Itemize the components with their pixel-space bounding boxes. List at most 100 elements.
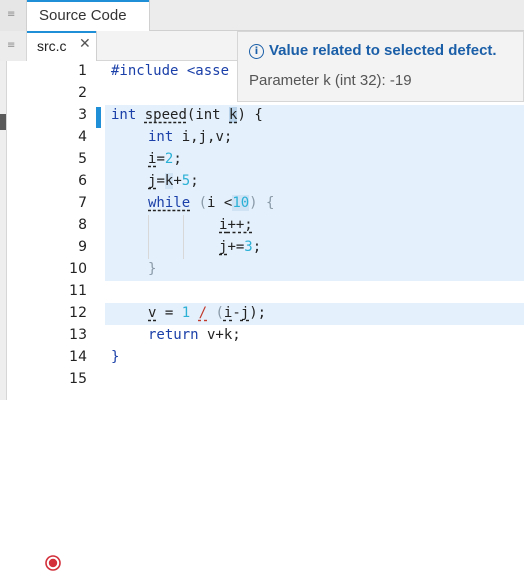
tooltip-title: i Value related to selected defect. [249, 42, 497, 59]
grip-icon: ≡ [7, 40, 16, 51]
code-text: j=k+5; [148, 173, 199, 189]
grip-icon: ≡ [7, 9, 16, 20]
closing-brace: } [148, 261, 157, 277]
division-operator-defect[interactable]: / [199, 305, 207, 321]
outer-tab-bar: ≡ Source Code [0, 0, 524, 31]
tooltip-title-text: Value related to selected defect. [269, 42, 497, 59]
closing-brace: } [111, 349, 120, 365]
code-text: i=2; [148, 151, 182, 167]
code-token: ( [215, 305, 224, 321]
code-token: ); [249, 305, 267, 321]
line-number: 8 [78, 217, 87, 233]
line-number: 14 [69, 349, 87, 365]
code-line-defect[interactable]: 12 v = 1 / (i-j); [7, 303, 524, 571]
code-token: ++; [227, 217, 253, 233]
code-token: < [215, 195, 233, 211]
code-token: ; [173, 151, 182, 167]
code-text: int i,j,v; [148, 129, 232, 145]
code-token: = [156, 305, 182, 321]
line-number: 11 [69, 283, 87, 299]
code-token: ( [190, 195, 208, 211]
line-number: 1 [78, 63, 87, 79]
code-text: int speed(int k) { [111, 107, 263, 123]
code-line[interactable]: 7 while (i <10) { [7, 193, 524, 215]
file-panel-grip[interactable]: ≡ [0, 31, 27, 61]
number-literal: 1 [181, 305, 191, 321]
keyword: int [148, 129, 174, 145]
code-text: i++; [219, 217, 253, 233]
file-tab-label: src.c [37, 38, 67, 54]
info-icon: i [249, 44, 264, 59]
line-number: 12 [69, 305, 87, 321]
panel-grip[interactable]: ≡ [0, 0, 27, 31]
code-text: j+=3; [219, 239, 261, 255]
line-number: 7 [78, 195, 87, 211]
active-tab-indicator [27, 0, 149, 2]
code-token: v+k; [198, 327, 241, 343]
line-number: 9 [78, 239, 87, 255]
indent-guide [183, 215, 184, 259]
code-token: ) { [237, 107, 263, 123]
code-text: v = 1 / (i-j); [148, 305, 266, 321]
tab-source-code[interactable]: Source Code [27, 0, 150, 31]
code-text: while (i <10) { [148, 195, 274, 211]
left-sidebar [0, 61, 7, 400]
keyword-return: return [148, 327, 199, 343]
line-number: 6 [78, 173, 87, 189]
tab-src-c[interactable]: src.c ✕ [27, 31, 97, 61]
code-line[interactable]: 9 j+=3; [7, 237, 524, 259]
code-line[interactable]: 11 [7, 281, 524, 303]
line-highlight [105, 259, 524, 281]
code-token: ; [252, 239, 262, 255]
preprocessor-directive: #include <asse [111, 63, 230, 79]
code-token: (int [186, 107, 230, 123]
tooltip-body: Parameter k (int 32): -19 [249, 72, 412, 89]
tab-label: Source Code [39, 7, 127, 24]
number-literal: 3 [244, 239, 253, 255]
code-text: } [148, 261, 156, 277]
code-line[interactable]: 3 int speed(int k) { [7, 105, 524, 127]
code-token: i,j,v; [173, 129, 233, 145]
line-highlight [105, 215, 524, 237]
close-icon[interactable]: ✕ [79, 36, 91, 52]
line-number: 13 [69, 327, 87, 343]
function-name[interactable]: speed [145, 107, 187, 123]
keyword: int [111, 107, 137, 123]
code-token: - [232, 305, 241, 321]
code-text: } [111, 349, 119, 365]
defect-marker-icon[interactable] [45, 555, 61, 571]
number-literal: 5 [181, 173, 191, 189]
code-token: ) { [249, 195, 275, 211]
current-line-marker [96, 107, 101, 128]
line-number: 15 [69, 371, 87, 387]
line-number: 10 [69, 261, 87, 277]
keyword-while[interactable]: while [148, 195, 190, 211]
code-token: + [173, 173, 182, 189]
code-token: = [156, 173, 165, 189]
code-token: = [156, 151, 165, 167]
line-number: 5 [78, 151, 87, 167]
code-token: += [227, 239, 245, 255]
code-editor[interactable]: 1 #include <asse 2 3 int speed(int k) { … [7, 61, 524, 571]
line-number: 2 [78, 85, 87, 101]
line-highlight [105, 237, 524, 259]
code-line[interactable]: 6 j=k+5; [7, 171, 524, 193]
indent-guide [148, 215, 149, 259]
active-tab-indicator [27, 31, 96, 33]
code-text: #include <asse [111, 63, 229, 79]
number-literal: 10 [232, 195, 250, 211]
code-line[interactable]: 5 i=2; [7, 149, 524, 171]
code-line[interactable]: 14 } [7, 347, 524, 369]
line-number: 4 [78, 129, 87, 145]
code-line[interactable]: 8 i++; [7, 215, 524, 237]
sidebar-marker[interactable] [0, 114, 6, 130]
code-line[interactable]: 10 } [7, 259, 524, 281]
code-line[interactable]: 4 int i,j,v; [7, 127, 524, 149]
code-text: return v+k; [148, 327, 241, 343]
code-token: ; [190, 173, 199, 189]
code-line[interactable]: 15 [7, 369, 524, 391]
line-number: 3 [78, 107, 87, 123]
code-line[interactable]: 13 return v+k; [7, 325, 524, 347]
defect-tooltip: i Value related to selected defect. Param… [237, 31, 524, 102]
variable-j[interactable]: j [241, 305, 249, 321]
